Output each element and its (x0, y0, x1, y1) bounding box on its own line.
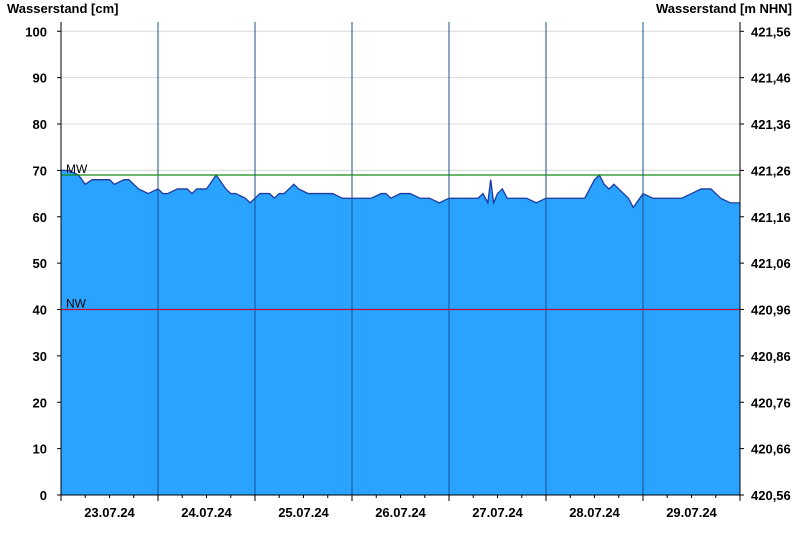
left-tick-label: 90 (33, 71, 47, 86)
x-tick-label: 27.07.24 (472, 505, 523, 520)
water-level-area (61, 170, 740, 495)
right-tick-label: 420,86 (751, 349, 791, 364)
x-tick-label: 25.07.24 (278, 505, 329, 520)
left-tick-label: 100 (25, 24, 47, 39)
left-tick-label: 60 (33, 210, 47, 225)
right-tick-label: 421,56 (751, 24, 791, 39)
x-tick-label: 29.07.24 (666, 505, 717, 520)
right-tick-label: 420,76 (751, 395, 791, 410)
left-tick-label: 10 (33, 442, 47, 457)
x-tick-label: 24.07.24 (181, 505, 232, 520)
right-tick-label: 421,06 (751, 256, 791, 271)
left-tick-label: 30 (33, 349, 47, 364)
x-tick-label: 28.07.24 (569, 505, 620, 520)
left-tick-label: 70 (33, 163, 47, 178)
x-tick-label: 26.07.24 (375, 505, 426, 520)
left-tick-label: 0 (40, 488, 47, 503)
reference-label-mw: MW (66, 162, 88, 176)
left-tick-label: 80 (33, 117, 47, 132)
right-tick-label: 420,56 (751, 488, 791, 503)
right-tick-label: 420,66 (751, 442, 791, 457)
right-tick-label: 421,26 (751, 163, 791, 178)
left-tick-label: 20 (33, 395, 47, 410)
right-tick-label: 421,46 (751, 71, 791, 86)
water-level-chart: MW NW 0 10 20 30 40 50 60 70 80 90 100 420,56 420,66 42… (25, 22, 791, 520)
left-tick-label: 40 (33, 303, 47, 318)
x-tick-label: 23.07.24 (84, 505, 135, 520)
reference-label-nw: NW (66, 297, 87, 311)
right-tick-label: 421,36 (751, 117, 791, 132)
right-tick-label: 420,96 (751, 303, 791, 318)
left-tick-label: 50 (33, 256, 47, 271)
right-tick-label: 421,16 (751, 210, 791, 225)
